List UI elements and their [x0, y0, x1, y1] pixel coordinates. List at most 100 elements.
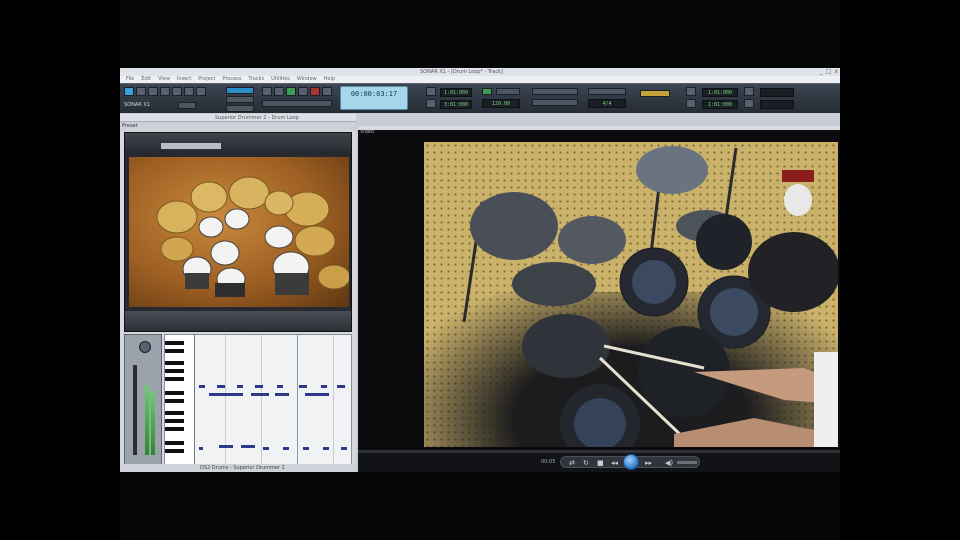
tempo-up-button[interactable] [426, 87, 436, 96]
midi-note[interactable] [199, 385, 205, 388]
grid-line [261, 335, 262, 467]
menu-utilities[interactable]: Utilities [271, 76, 290, 83]
cymbal-pad [470, 192, 558, 260]
edit-tool-button[interactable] [160, 87, 170, 96]
draw-tool-button[interactable] [172, 87, 182, 96]
black-key[interactable] [165, 427, 184, 431]
select-start-button[interactable] [686, 87, 696, 96]
menu-window[interactable]: Window [297, 76, 317, 83]
marker-readout-1 [760, 88, 794, 97]
black-key[interactable] [165, 391, 184, 395]
midi-note[interactable] [341, 447, 347, 450]
black-key[interactable] [165, 419, 184, 423]
record-button[interactable] [310, 87, 320, 96]
menu-project[interactable]: Project [198, 76, 215, 83]
zoom-tool-button[interactable] [196, 87, 206, 96]
midi-note[interactable] [277, 385, 283, 388]
black-key[interactable] [165, 349, 184, 353]
tempo-field[interactable] [496, 88, 520, 95]
midi-note[interactable] [219, 445, 233, 448]
piano-roll[interactable] [164, 334, 352, 468]
volume-slider[interactable] [677, 461, 697, 464]
midi-note[interactable] [255, 385, 263, 388]
window-title-bar: SONAR X1 - [Drum Loop* - Track] _ □ x [120, 68, 840, 76]
marker-remove-button[interactable] [744, 99, 754, 108]
midi-note[interactable] [303, 447, 309, 450]
drum-icon [224, 208, 250, 230]
menu-edit[interactable]: Edit [141, 76, 151, 83]
midi-note[interactable] [283, 447, 289, 450]
midi-note[interactable] [275, 393, 289, 396]
drum-icon [198, 216, 224, 238]
midi-note[interactable] [199, 447, 203, 450]
erase-tool-button[interactable] [184, 87, 194, 96]
play-button[interactable] [286, 87, 296, 96]
menu-tracks[interactable]: Tracks [248, 76, 264, 83]
black-key[interactable] [165, 377, 184, 381]
menu-file[interactable]: File [126, 76, 134, 83]
stop-icon[interactable]: ■ [597, 458, 604, 468]
midi-note[interactable] [337, 385, 345, 388]
shuffle-icon[interactable]: ⇄ [569, 458, 575, 468]
midi-note[interactable] [251, 393, 269, 396]
snap-on-button[interactable] [226, 87, 254, 94]
menu-view[interactable]: View [158, 76, 170, 83]
next-icon[interactable]: ▸▸ [645, 458, 652, 468]
prev-icon[interactable]: ◂◂ [611, 458, 618, 468]
play-icon[interactable] [623, 454, 639, 470]
sync-select[interactable] [588, 88, 626, 95]
marker-add-button[interactable] [744, 87, 754, 96]
move-tool-button[interactable] [148, 87, 158, 96]
black-key[interactable] [165, 449, 184, 453]
maximize-button[interactable]: □ [826, 68, 832, 76]
midi-note[interactable] [237, 385, 243, 388]
video-view[interactable]: Video 00:05 ⇄ ↻ ■ ◂◂ ▸▸ ◀) [358, 126, 840, 472]
menu-process[interactable]: Process [222, 76, 241, 83]
marks-button[interactable] [226, 105, 254, 112]
midi-note[interactable] [217, 385, 225, 388]
black-key[interactable] [165, 441, 184, 445]
fast-forward-button[interactable] [274, 87, 284, 96]
meter-select[interactable] [532, 99, 578, 106]
midi-note[interactable] [323, 447, 329, 450]
midi-note[interactable] [241, 445, 255, 448]
snap-resolution-select[interactable] [226, 96, 254, 103]
plugin-preset-select[interactable] [161, 143, 221, 149]
loop-end-readout: 3:01:000 [440, 100, 472, 109]
piano-keyboard[interactable] [165, 335, 195, 467]
midi-note[interactable] [299, 385, 307, 388]
drum-pad [632, 260, 676, 304]
mix-recall-button[interactable] [640, 90, 670, 97]
pan-knob[interactable] [139, 341, 151, 353]
select-tool-button[interactable] [136, 87, 146, 96]
black-key[interactable] [165, 341, 184, 345]
repeat-icon[interactable]: ↻ [583, 458, 589, 468]
midi-note[interactable] [321, 385, 327, 388]
punch-button[interactable] [482, 88, 492, 95]
close-button[interactable]: x [834, 68, 838, 76]
black-key[interactable] [165, 399, 184, 403]
drum-kit-view[interactable] [129, 157, 349, 307]
midi-note[interactable] [305, 393, 329, 396]
now-time-display[interactable]: 00:00:03:17 [340, 86, 408, 110]
markers-select[interactable] [532, 88, 578, 95]
tempo-down-button[interactable] [426, 99, 436, 108]
midi-note[interactable] [263, 447, 269, 450]
rewind-button[interactable] [262, 87, 272, 96]
black-key[interactable] [165, 369, 184, 373]
volume-icon[interactable]: ◀) [665, 458, 673, 468]
seek-bar[interactable] [358, 450, 840, 453]
stop-button[interactable] [298, 87, 308, 96]
smart-tool-button[interactable] [124, 87, 134, 96]
volume-fader[interactable] [133, 365, 137, 455]
menu-help[interactable]: Help [324, 76, 335, 83]
select-end-button[interactable] [686, 99, 696, 108]
black-key[interactable] [165, 411, 184, 415]
menu-insert[interactable]: Insert [177, 76, 191, 83]
black-key[interactable] [165, 361, 184, 365]
loop-button[interactable] [322, 87, 332, 96]
midi-note[interactable] [209, 393, 243, 396]
now-slider[interactable] [262, 100, 332, 107]
minimize-button[interactable]: _ [820, 68, 823, 76]
snap-button[interactable] [178, 102, 196, 109]
